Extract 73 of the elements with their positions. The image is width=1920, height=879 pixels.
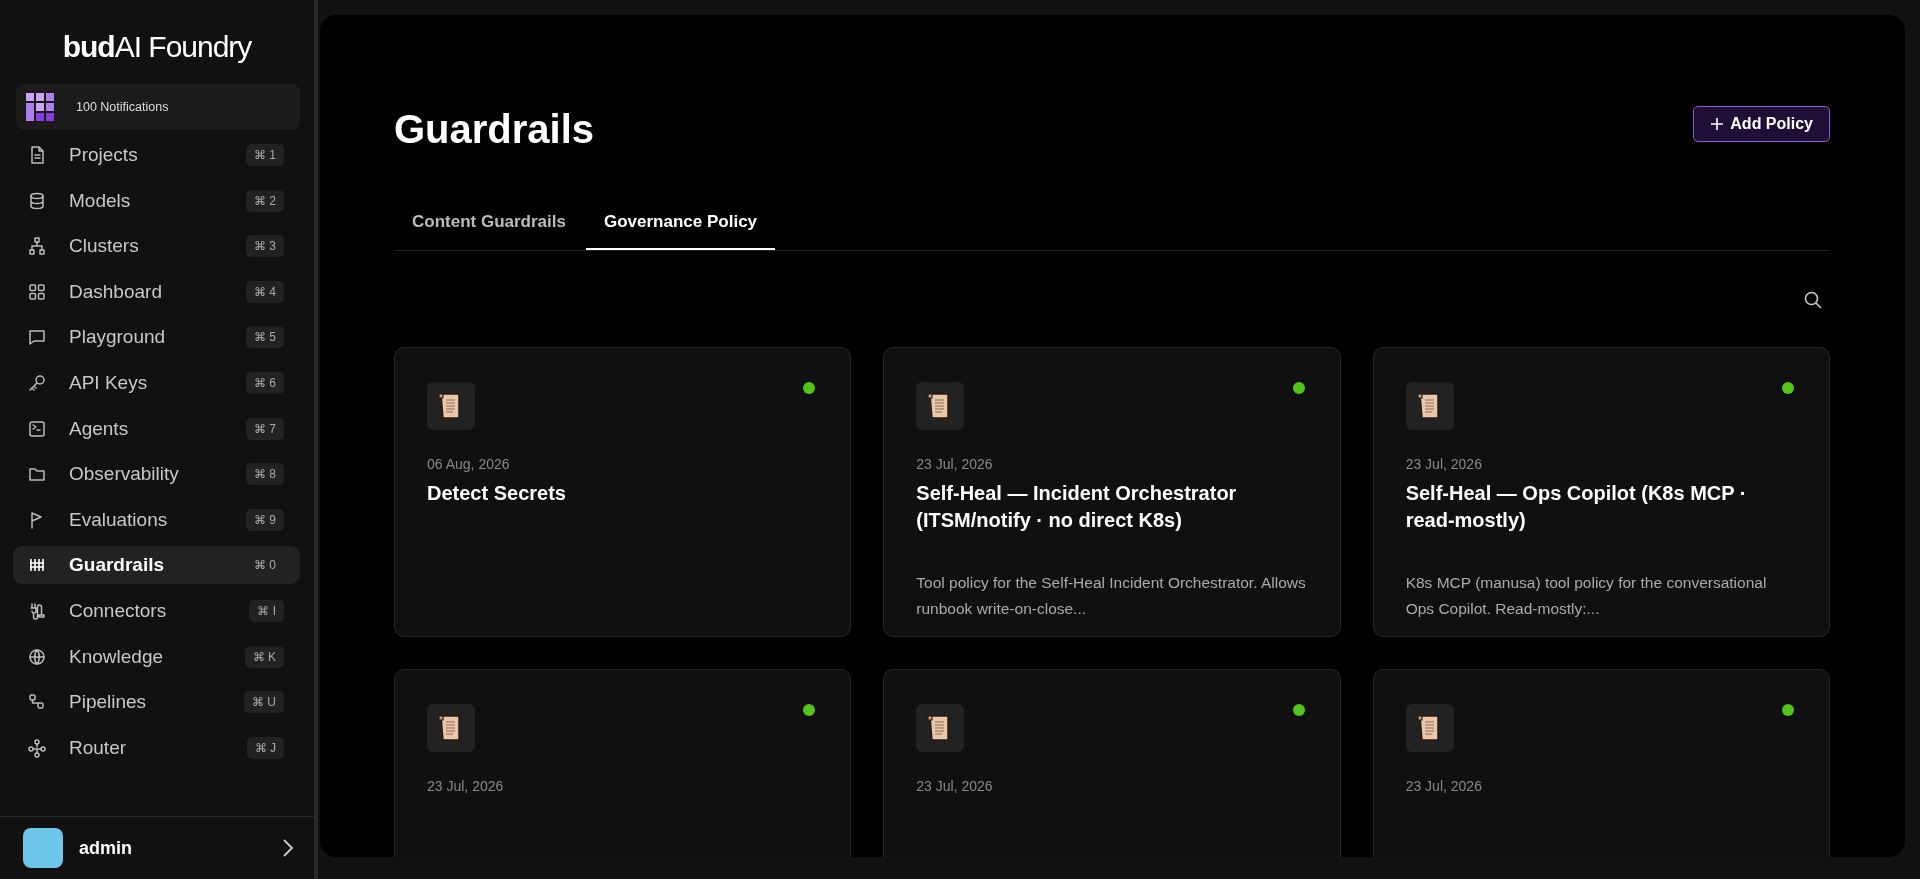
policy-card[interactable]: 23 Jul, 2026 Self-Heal — Incident Orchestrator (ITSM/notify · no direct K8s) Tool policy for the Self-Heal Incident Orchestrator. Allows runbook write-on-close... bbox=[883, 347, 1341, 637]
shortcut-label: ⌘ 9 bbox=[246, 508, 284, 531]
avatar[interactable] bbox=[23, 828, 63, 868]
shortcut-label: ⌘ 4 bbox=[246, 280, 284, 303]
grid-icon bbox=[27, 281, 47, 302]
shortcut-label: ⌘ 1 bbox=[246, 144, 284, 166]
search-icon[interactable] bbox=[1804, 291, 1822, 309]
database-icon bbox=[27, 190, 47, 211]
nav-item[interactable]: Connectors ⌘ I bbox=[13, 591, 300, 630]
shortcut-label: ⌘ I bbox=[249, 599, 284, 622]
notifications-label: 100 Notifications bbox=[76, 100, 169, 114]
nav-item[interactable]: Playground ⌘ 5 bbox=[13, 318, 300, 357]
shortcut-label: ⌘ 7 bbox=[246, 417, 284, 440]
card-date: 23 Jul, 2026 bbox=[1405, 456, 1483, 472]
shortcut-label: ⌘ 0 bbox=[253, 557, 277, 575]
scroll-icon bbox=[427, 704, 475, 752]
card-title: Detect Secrets bbox=[427, 481, 567, 506]
grid-logo-icon bbox=[26, 93, 54, 121]
nav-item[interactable]: Router ⌘ J bbox=[13, 728, 300, 767]
key-icon bbox=[27, 372, 47, 393]
nav-item[interactable]: API Keys ⌘ 6 bbox=[13, 363, 300, 402]
policy-card[interactable]: 23 Jul, 2026 bbox=[883, 669, 1341, 857]
shortcut-label: ⌘ 5 bbox=[246, 326, 284, 349]
shortcut-label: ⌘ 8 bbox=[246, 463, 284, 486]
add-policy-button[interactable]: Add Policy bbox=[1693, 105, 1830, 142]
scroll-icon bbox=[1405, 704, 1454, 752]
policy-card[interactable]: 06 Aug, 2026 Detect Secrets bbox=[394, 347, 852, 637]
card-date: 23 Jul, 2026 bbox=[427, 778, 505, 794]
nav-item[interactable]: Agents ⌘ 7 bbox=[13, 409, 300, 448]
scroll-icon bbox=[916, 382, 965, 430]
plus-icon bbox=[1710, 116, 1725, 131]
nav-item[interactable]: Dashboard ⌘ 4 bbox=[13, 272, 300, 311]
tab[interactable]: Governance Policy bbox=[585, 204, 776, 250]
scroll-icon bbox=[1405, 382, 1454, 430]
card-date: 23 Jul, 2026 bbox=[916, 778, 994, 794]
card-date: 06 Aug, 2026 bbox=[427, 456, 511, 472]
policy-card[interactable]: 23 Jul, 2026 bbox=[1372, 669, 1830, 857]
plug-icon bbox=[27, 600, 47, 621]
card-title: Self-Heal — Ops Copilot (K8s MCP · read-mostly) bbox=[1405, 481, 1748, 533]
nav-item[interactable]: Clusters ⌘ 3 bbox=[13, 227, 300, 266]
shortcut-label: ⌘ 6 bbox=[246, 371, 284, 394]
shortcut-label: ⌘ 2 bbox=[246, 189, 284, 212]
nav-item[interactable]: Projects ⌘ 1 bbox=[13, 136, 300, 174]
nav-item[interactable]: Guardrails ⌘ 0 bbox=[13, 546, 300, 585]
shortcut-label: ⌘ U bbox=[244, 691, 284, 714]
tab[interactable]: Content Guardrails bbox=[394, 204, 584, 250]
chevron-right-icon[interactable] bbox=[282, 838, 294, 858]
card-title: Self-Heal — Incident Orchestrator (ITSM/notify · no direct K8s) bbox=[916, 481, 1238, 533]
policy-card[interactable]: 23 Jul, 2026 Self-Heal — Ops Copilot (K8s MCP · read-mostly) K8s MCP (manusa) tool policy for the conversational Ops Copilot. Read-mostly:... bbox=[1372, 347, 1830, 637]
logo: budAI Foundry bbox=[62, 29, 252, 65]
card-description: K8s MCP (manusa) tool policy for the conversational Ops Copilot. Read-mostly:... bbox=[1405, 573, 1768, 619]
chat-icon bbox=[27, 327, 47, 348]
shortcut-label: ⌘ 3 bbox=[246, 235, 284, 258]
nav-item[interactable]: Pipelines ⌘ U bbox=[13, 683, 300, 722]
notifications-button[interactable]: 100 Notifications bbox=[16, 84, 300, 130]
policy-card[interactable]: 23 Jul, 2026 bbox=[394, 669, 852, 857]
scroll-icon bbox=[427, 382, 475, 430]
hierarchy-icon bbox=[27, 236, 47, 257]
page-title: Guardrails bbox=[394, 107, 595, 152]
card-date: 23 Jul, 2026 bbox=[1405, 778, 1483, 794]
shortcut-label: ⌘ J bbox=[246, 736, 284, 759]
shortcut-label: ⌘ K bbox=[244, 645, 284, 668]
terminal-icon bbox=[27, 418, 47, 439]
nav-item[interactable]: Evaluations ⌘ 9 bbox=[13, 500, 300, 539]
nav-item[interactable]: Knowledge ⌘ K bbox=[13, 637, 300, 676]
user-name: admin bbox=[79, 837, 133, 859]
card-date: 23 Jul, 2026 bbox=[916, 456, 994, 472]
globe-icon bbox=[27, 646, 47, 667]
scroll-icon bbox=[916, 704, 965, 752]
nav-item[interactable]: Models ⌘ 2 bbox=[13, 181, 300, 220]
card-description: Tool policy for the Self-Heal Incident Orchestrator. Allows runbook write-on-close... bbox=[916, 573, 1307, 619]
network-icon bbox=[27, 737, 47, 758]
nav-item[interactable]: Observability ⌘ 8 bbox=[13, 455, 300, 494]
